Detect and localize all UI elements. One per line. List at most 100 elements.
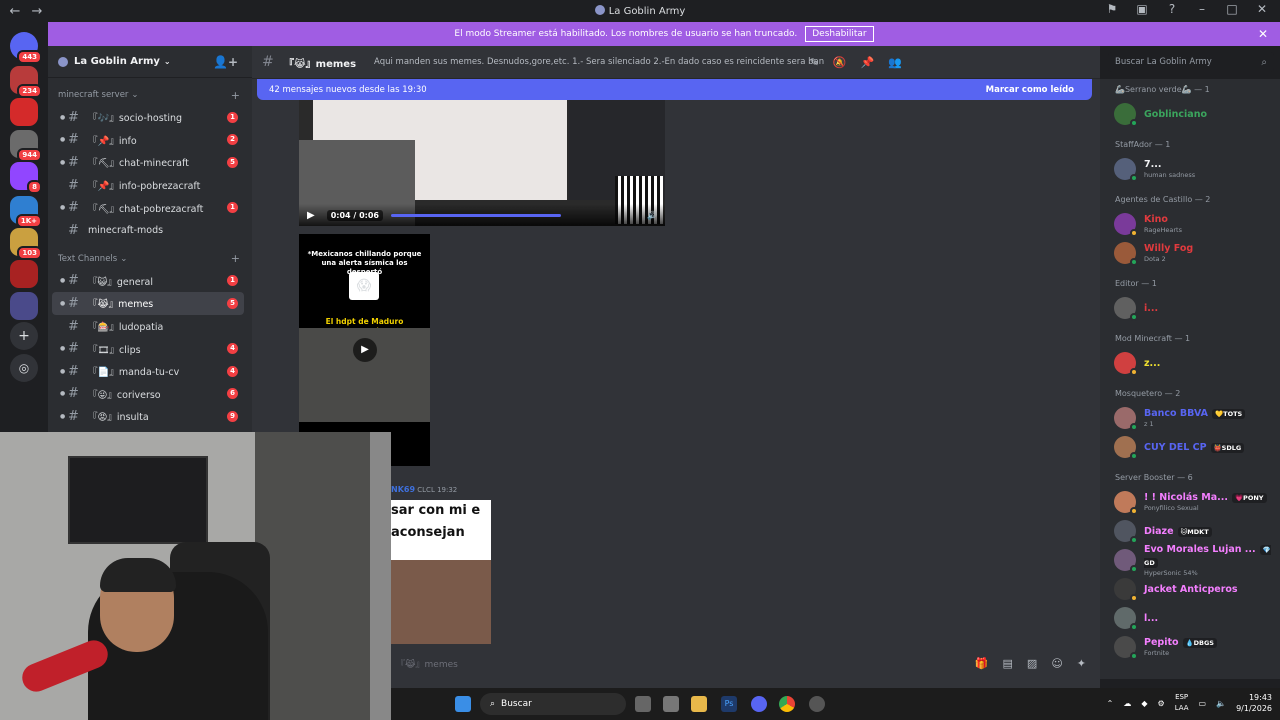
video-progress[interactable] <box>391 213 561 217</box>
taskbar-search[interactable]: ⌕ Buscar <box>480 693 626 715</box>
new-messages-bar[interactable]: 42 mensajes nuevos desde las 19:30 Marca… <box>257 79 1092 100</box>
mark-as-read-button[interactable]: Marcar como leído <box>986 85 1074 95</box>
add-channel-icon[interactable]: + <box>231 89 240 102</box>
mention-badge: 2 <box>227 134 238 146</box>
threads-icon[interactable]: ✎ <box>810 56 819 69</box>
channel-item[interactable]: # 『📌』info-pobrezacraft <box>48 174 244 197</box>
member-item[interactable]: Evo Morales Lujan ... 💎GD HyperSonic 54% <box>1100 544 1280 577</box>
channel-item[interactable]: ● # 『😹』memes 5 <box>52 292 244 315</box>
member-item[interactable]: i... <box>1100 293 1280 322</box>
flag-icon[interactable]: ⚑ <box>1104 2 1120 16</box>
start-icon[interactable] <box>455 696 471 712</box>
back-arrow-icon[interactable]: ← <box>8 4 22 19</box>
add-server-icon[interactable]: + <box>10 322 38 350</box>
discord-icon[interactable] <box>751 696 767 712</box>
channel-category[interactable]: Text Channels ⌄ + <box>48 248 252 270</box>
message-author[interactable]: NK69 <box>391 485 415 494</box>
member-item[interactable]: z... <box>1100 348 1280 377</box>
hash-icon: # <box>68 200 79 216</box>
hash-icon: # <box>68 341 79 357</box>
display-icon[interactable]: ▭ <box>1199 699 1207 708</box>
server-icon[interactable]: 8 <box>10 162 42 194</box>
channel-item[interactable]: ● # 『⛏』chat-minecraft 5 <box>48 151 244 174</box>
file-explorer-icon[interactable] <box>691 696 707 712</box>
app-icon-2[interactable] <box>809 696 825 712</box>
network-icon[interactable]: ☁ <box>1123 699 1131 708</box>
server-icon[interactable] <box>10 260 38 288</box>
channel-category[interactable]: minecraft server ⌄ + <box>48 84 252 106</box>
clan-tag: 💧DBGS <box>1182 638 1217 648</box>
maximize-icon[interactable]: □ <box>1224 2 1240 16</box>
app-icon[interactable] <box>663 696 679 712</box>
member-item[interactable]: Pepito 💧DBGS Fortnite <box>1100 632 1280 661</box>
member-item[interactable]: Willy Fog Dota 2 <box>1100 238 1280 267</box>
help-icon[interactable]: ? <box>1164 2 1180 16</box>
sticker-icon[interactable]: ▨ <box>1027 657 1037 670</box>
server-icon[interactable] <box>10 292 38 320</box>
discover-icon[interactable]: ◎ <box>10 354 38 382</box>
gif-icon[interactable]: ▤ <box>1003 657 1013 670</box>
server-icon[interactable]: 234 <box>10 66 42 98</box>
member-item[interactable]: 7... human sadness <box>1100 154 1280 183</box>
member-name: i... <box>1144 303 1159 314</box>
emoji-image: 😱 <box>349 272 379 300</box>
category-name: Text Channels <box>58 253 118 264</box>
clock[interactable]: 19:43 9/1/2026 <box>1236 692 1272 714</box>
play-icon[interactable]: ▶ <box>307 210 315 221</box>
channel-item[interactable]: ● # 『⛏』chat-pobrezacraft 1 <box>48 196 244 219</box>
message-input[interactable]: 『😹』memes 🎁 ▤ ▨ ☺ ✦ <box>391 650 1092 676</box>
screen-icon[interactable]: ▣ <box>1134 2 1150 16</box>
server-icon[interactable]: 443 <box>10 32 42 64</box>
chevron-up-icon[interactable]: ⌃ <box>1107 699 1114 708</box>
settings-icon[interactable]: ⚙ <box>1158 699 1165 708</box>
channel-item[interactable]: ● # 『🎞』clips 4 <box>48 337 244 360</box>
video-attachment[interactable]: ▶ 0:04 / 0:06 🔊 <box>299 100 665 226</box>
members-icon[interactable]: 👥 <box>888 56 902 69</box>
server-icon[interactable]: 103 <box>10 228 42 260</box>
play-icon[interactable]: ▶ <box>353 338 377 362</box>
channel-item[interactable]: ● # 『📄』manda-tu-cv 4 <box>48 360 244 383</box>
invite-icon[interactable]: 👤+ <box>213 55 238 69</box>
add-channel-icon[interactable]: + <box>231 252 240 265</box>
search-input[interactable]: Buscar La Goblin Army ⌕ <box>1108 52 1274 72</box>
guild-header[interactable]: La Goblin Army ⌄ 👤+ <box>48 46 252 78</box>
photoshop-icon[interactable]: Ps <box>721 696 737 712</box>
volume-icon[interactable]: 🔊 <box>647 211 657 220</box>
apps-icon[interactable]: ✦ <box>1077 657 1086 670</box>
close-icon[interactable]: ✕ <box>1254 2 1270 16</box>
channel-item[interactable]: ● # 『😺』general 1 <box>48 270 244 293</box>
mute-icon[interactable]: 🔕 <box>833 56 847 69</box>
member-item[interactable]: l... <box>1100 603 1280 632</box>
minimize-icon[interactable]: – <box>1194 2 1210 16</box>
member-item[interactable]: CUY DEL CP 👹SDLG <box>1100 432 1280 461</box>
member-item[interactable]: Banco BBVA 💛TOTS z 1 <box>1100 403 1280 432</box>
disable-streamer-button[interactable]: Deshabilitar <box>805 26 874 42</box>
channel-item[interactable]: ● # 『😜』coriverso 6 <box>48 383 244 406</box>
hash-icon: # <box>68 154 79 170</box>
volume-icon[interactable]: 🔈 <box>1216 699 1226 708</box>
channel-item[interactable]: # minecraft-mods <box>48 219 244 242</box>
member-item[interactable]: Kino RageHearts <box>1100 209 1280 238</box>
channel-item[interactable]: ● # 『😡』insulta 9 <box>48 405 244 428</box>
server-icon[interactable] <box>10 98 38 126</box>
language-indicator[interactable]: ESP LAA <box>1175 692 1189 714</box>
chrome-icon[interactable] <box>779 696 795 712</box>
server-icon[interactable]: 1K+ <box>10 196 42 228</box>
channel-item[interactable]: ● # 『🎶』socio-hosting 1 <box>48 106 244 129</box>
pin-icon[interactable]: 📌 <box>861 56 875 69</box>
channel-topic[interactable]: Aqui manden sus memes. Desnudos,gore,etc… <box>374 57 824 67</box>
member-item[interactable]: ! ! Nicolás Ma... 💗PONY Ponyfilico Sexual <box>1100 487 1280 516</box>
gift-icon[interactable]: 🎁 <box>975 657 989 670</box>
channel-item[interactable]: ● # 『📌』info 2 <box>48 129 244 152</box>
server-icon[interactable]: 944 <box>10 130 42 162</box>
emoji-icon[interactable]: ☺ <box>1051 657 1062 670</box>
close-banner-icon[interactable]: ✕ <box>1258 27 1268 41</box>
task-view-icon[interactable] <box>635 696 651 712</box>
member-item[interactable]: Goblinciano <box>1100 99 1280 128</box>
app-tray-icon[interactable]: ◆ <box>1141 699 1147 708</box>
image-attachment[interactable]: sar con mi e aconsejan <box>391 500 491 644</box>
channel-item[interactable]: # 『🎰』ludopatia <box>48 315 244 338</box>
member-item[interactable]: Jacket Anticperos <box>1100 574 1280 603</box>
webcam-tv <box>68 456 208 544</box>
forward-arrow-icon[interactable]: → <box>30 4 44 19</box>
